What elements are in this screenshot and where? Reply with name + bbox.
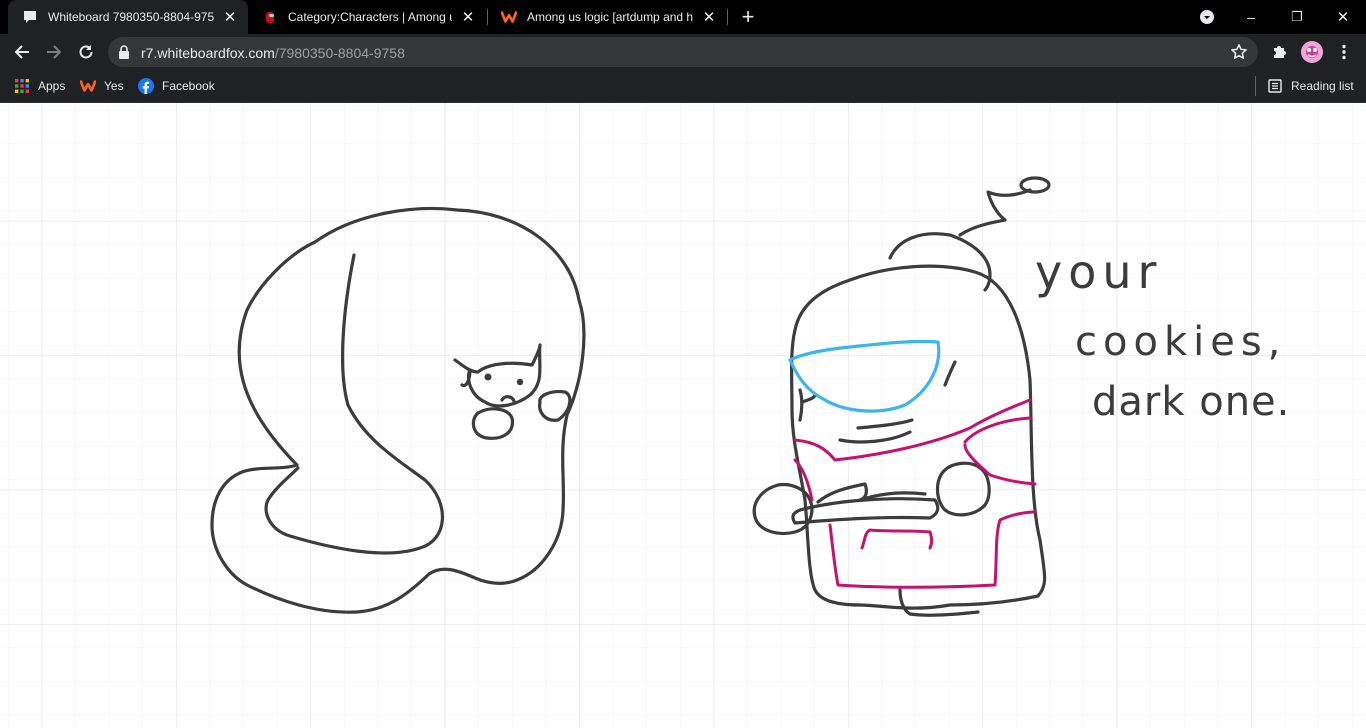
restore-button[interactable]: ❐	[1274, 0, 1320, 34]
tab-title: Among us logic [artdump and he	[527, 10, 693, 24]
minimize-button[interactable]: –	[1228, 0, 1274, 34]
extensions-button[interactable]	[1266, 38, 1294, 66]
url-host: r7.whiteboardfox.com	[141, 45, 275, 61]
lock-icon[interactable]	[118, 45, 130, 64]
url-text[interactable]: r7.whiteboardfox.com/7980350-8804-9758	[141, 45, 405, 61]
bookmark-yes[interactable]: Yes	[80, 76, 124, 96]
bookmarks-separator	[1255, 76, 1256, 96]
address-bar[interactable]: r7.whiteboardfox.com/7980350-8804-9758	[108, 37, 1258, 67]
close-tab-icon[interactable]: ✕	[220, 7, 240, 27]
tab-among-us-characters[interactable]: Category:Characters | Among us ✕	[248, 0, 486, 34]
bookmark-star-icon[interactable]	[1230, 43, 1248, 66]
close-tab-icon[interactable]: ✕	[458, 7, 478, 27]
tab-separator	[727, 9, 728, 25]
bookmarks-bar: Apps Yes Facebook Reading list	[0, 70, 1366, 103]
close-tab-icon[interactable]: ✕	[699, 7, 719, 27]
apps-grid-icon	[14, 78, 30, 94]
wattpad-icon	[80, 78, 96, 94]
profile-avatar[interactable]	[1298, 38, 1326, 66]
back-button[interactable]	[8, 38, 36, 66]
facebook-icon	[138, 78, 154, 94]
puzzle-icon	[1274, 46, 1286, 58]
reload-button[interactable]	[72, 38, 100, 66]
reading-list-icon	[1267, 78, 1283, 94]
arrow-left-icon	[14, 45, 29, 59]
chevron-down-icon	[1200, 10, 1214, 24]
bookmark-label: Facebook	[162, 79, 215, 93]
new-tab-button[interactable]: +	[736, 5, 760, 29]
tab-strip: Whiteboard 7980350-8804-9758 ✕ Category:…	[0, 0, 1366, 34]
more-vert-icon	[1342, 44, 1346, 60]
bookmark-facebook[interactable]: Facebook	[138, 76, 215, 96]
tab-among-us-logic[interactable]: Among us logic [artdump and he ✕	[487, 0, 727, 34]
wattpad-icon	[501, 9, 517, 25]
handwriting-line-2: cookies,	[1075, 319, 1286, 365]
reading-list-button[interactable]: Reading list	[1267, 76, 1354, 96]
menu-button[interactable]	[1330, 38, 1358, 66]
tab-title: Whiteboard 7980350-8804-9758	[48, 10, 214, 24]
avatar-icon	[1301, 41, 1323, 63]
reading-list-label: Reading list	[1291, 79, 1354, 93]
arrow-right-icon	[47, 45, 62, 59]
forward-button[interactable]	[40, 38, 68, 66]
browser-toolbar: r7.whiteboardfox.com/7980350-8804-9758	[0, 34, 1366, 70]
tab-title: Category:Characters | Among us	[288, 10, 452, 24]
close-window-button[interactable]: ✕	[1320, 0, 1366, 34]
whiteboard-canvas[interactable]: your cookies, dark one.	[0, 103, 1366, 728]
url-path: /7980350-8804-9758	[274, 45, 405, 61]
whiteboard-icon	[22, 9, 38, 25]
tab-search-button[interactable]	[1184, 0, 1230, 34]
reload-icon	[79, 45, 93, 59]
handwriting-line-3: dark one.	[1092, 379, 1290, 425]
handwriting-line-1: your	[1035, 245, 1162, 299]
tab-whiteboard[interactable]: Whiteboard 7980350-8804-9758 ✕	[8, 0, 248, 34]
bookmark-apps[interactable]: Apps	[14, 76, 65, 96]
bookmark-label: Apps	[38, 79, 66, 93]
among-us-icon	[262, 9, 278, 25]
bookmark-label: Yes	[104, 79, 124, 93]
